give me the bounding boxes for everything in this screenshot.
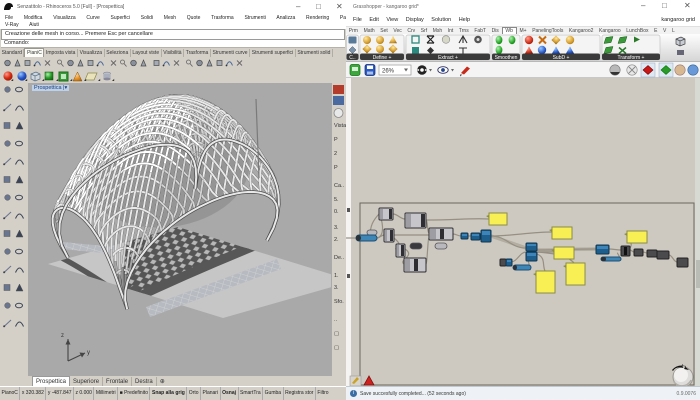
svg-text:C..: C.. xyxy=(349,55,355,61)
svg-text:▢: ▢ xyxy=(334,331,340,337)
svg-text:Ca..: Ca.. xyxy=(334,183,345,189)
svg-text:De..: De.. xyxy=(334,255,345,261)
svg-text:▢: ▢ xyxy=(334,345,340,351)
svg-text:Vista: Vista xyxy=(334,123,346,129)
svg-text:2.: 2. xyxy=(334,237,339,243)
svg-text:26%: 26% xyxy=(382,69,395,75)
svg-text:Sfo.: Sfo. xyxy=(334,299,344,305)
svg-text:Define +: Define + xyxy=(373,55,392,61)
svg-text:5.: 5. xyxy=(334,197,339,203)
svg-text:Smoothen: Smoothen xyxy=(495,55,518,61)
svg-text:Transform +: Transform + xyxy=(618,55,645,61)
svg-text:z: z xyxy=(61,333,64,339)
svg-text:y: y xyxy=(87,350,90,356)
svg-text:..: .. xyxy=(334,317,338,323)
svg-text:Extract +: Extract + xyxy=(438,55,458,61)
svg-text:1.: 1. xyxy=(334,273,339,279)
svg-text:2: 2 xyxy=(334,151,337,157)
svg-text:P: P xyxy=(334,137,338,143)
svg-text:P: P xyxy=(334,165,338,171)
svg-text:3.: 3. xyxy=(334,225,339,231)
svg-text:SubD +: SubD + xyxy=(553,55,570,61)
svg-text:0.: 0. xyxy=(334,209,339,215)
svg-text:3.: 3. xyxy=(334,285,339,291)
